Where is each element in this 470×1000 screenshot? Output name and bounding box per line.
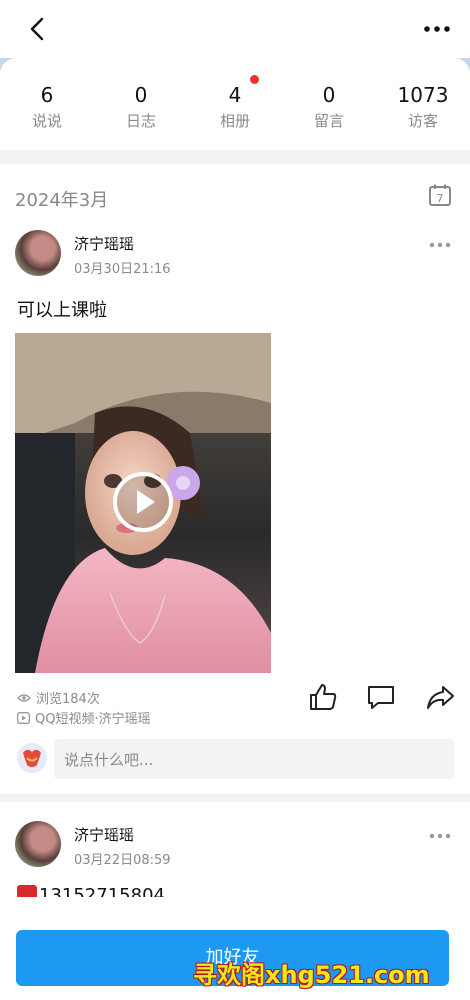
avatar[interactable] (15, 230, 61, 276)
comment-button[interactable] (366, 682, 396, 712)
stat-count: 4 (228, 83, 242, 107)
share-icon (427, 686, 454, 709)
post-text: 可以上课啦 (17, 300, 107, 321)
play-icon (113, 472, 173, 532)
share-button[interactable] (425, 682, 455, 712)
more-dots-icon (429, 242, 451, 248)
more-dots-icon (429, 833, 451, 839)
stat-blog[interactable]: 0 日志 (94, 58, 188, 150)
video-source-icon (17, 711, 30, 724)
chevron-left-icon (30, 17, 44, 41)
section-divider (0, 150, 470, 164)
profile-page: 6 说说 0 日志 4 相册 0 留言 1073 访客 2024年3月 7 济宁… (0, 0, 470, 1000)
comment-icon (368, 686, 394, 709)
calendar-button[interactable]: 7 (428, 183, 452, 207)
stat-label: 说说 (31, 112, 62, 130)
stat-album[interactable]: 4 相册 (188, 58, 282, 150)
stat-messages[interactable]: 0 留言 (282, 58, 376, 150)
post-author[interactable]: 济宁瑶瑶 (74, 233, 134, 254)
post-more-button[interactable] (428, 237, 452, 251)
post-more-button[interactable] (428, 828, 452, 842)
like-button[interactable] (308, 682, 338, 712)
watermark-text: 寻欢阁xhg521.com (193, 961, 430, 989)
stat-count: 6 (40, 83, 54, 107)
view-count: 浏览184次 (17, 688, 100, 707)
stat-count: 0 (322, 83, 336, 107)
stat-count: 1073 (397, 83, 449, 107)
view-count-text: 浏览184次 (36, 692, 100, 707)
video-source-text: QQ短视频·济宁瑶瑶 (35, 712, 151, 727)
my-avatar (17, 743, 47, 773)
stat-shuoshuo[interactable]: 6 说说 (0, 58, 94, 150)
post-author[interactable]: 济宁瑶瑶 (74, 824, 134, 845)
stat-label: 访客 (407, 112, 438, 130)
notification-dot (250, 75, 259, 84)
stat-label: 日志 (125, 112, 156, 130)
calendar-day: 7 (437, 192, 444, 205)
play-button[interactable] (112, 471, 174, 533)
video-source[interactable]: QQ短视频·济宁瑶瑶 (17, 708, 151, 727)
stat-count: 0 (134, 83, 148, 107)
post-time: 03月30日21:16 (74, 262, 171, 277)
phone-icon (17, 885, 37, 897)
post-time: 03月22日08:59 (74, 853, 171, 868)
video-thumbnail[interactable] (15, 333, 271, 673)
month-header: 2024年3月 (15, 190, 109, 211)
comment-input[interactable]: 说点什么吧... (54, 739, 454, 779)
post-text: 13152715804 (17, 885, 165, 897)
eye-icon (17, 693, 31, 702)
stat-visitors[interactable]: 1073 访客 (376, 58, 470, 150)
calendar-icon: 7 (429, 184, 451, 206)
top-bar (0, 0, 470, 58)
avatar-image (17, 743, 47, 773)
back-button[interactable] (22, 14, 52, 44)
more-dots-icon (424, 26, 450, 32)
section-divider (0, 794, 470, 802)
stat-label: 相册 (219, 112, 250, 130)
phone-number: 13152715804 (39, 885, 165, 897)
thumbs-up-icon (310, 684, 337, 710)
stats-bar: 6 说说 0 日志 4 相册 0 留言 1073 访客 (0, 58, 470, 150)
avatar[interactable] (15, 821, 61, 867)
stat-label: 留言 (313, 112, 344, 130)
more-button[interactable] (422, 16, 452, 42)
